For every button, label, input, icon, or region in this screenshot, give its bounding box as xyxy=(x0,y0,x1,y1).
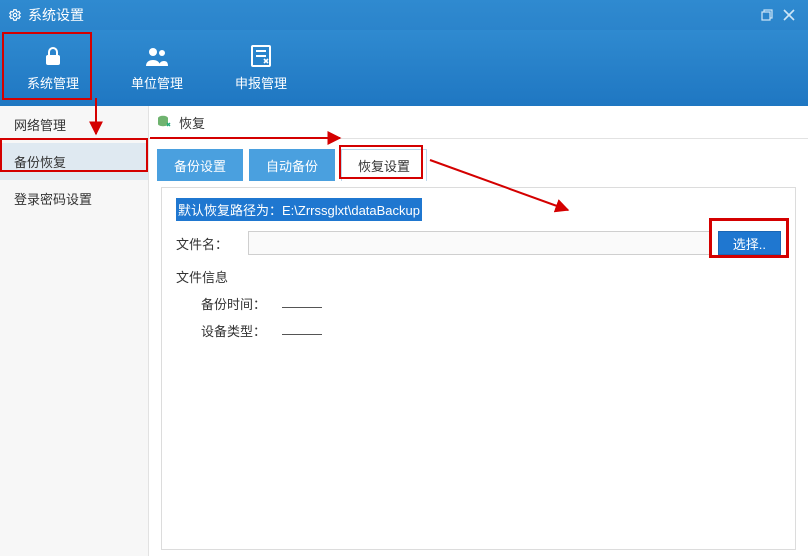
annotation-arrows xyxy=(0,0,808,556)
window: 系统设置 系统管理 单位管理 xyxy=(0,0,808,556)
